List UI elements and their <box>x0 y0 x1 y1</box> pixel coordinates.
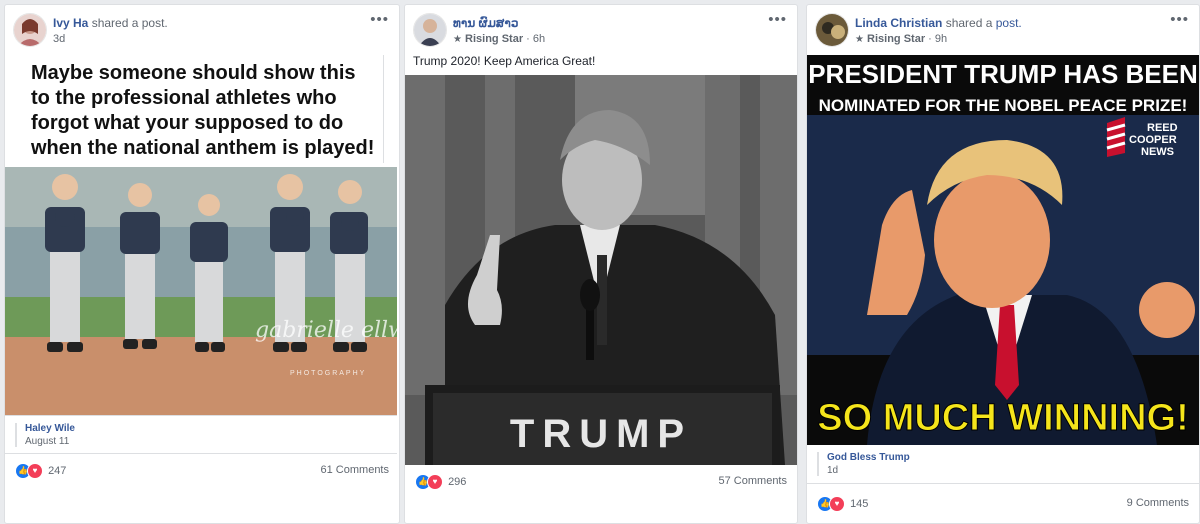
post-footer: 👍 ♥ 296 57 Comments <box>415 474 787 496</box>
post-card-3: Linda Christian shared a post. ★ Rising … <box>806 4 1200 524</box>
post-time[interactable]: 3d <box>53 33 65 45</box>
post-header: Linda Christian shared a post. ★ Rising … <box>815 11 1191 53</box>
reaction-count: 296 <box>448 476 467 488</box>
reactions[interactable]: 👍 ♥ 247 <box>15 463 66 479</box>
rising-star-badge: Rising Star <box>465 33 524 45</box>
more-options-icon[interactable]: ••• <box>1170 11 1189 28</box>
post-card-2: ທານ ຜົມສາວ ★ Rising Star · 6h ••• Trump … <box>404 4 798 524</box>
comments-link[interactable]: 61 Comments <box>321 464 389 476</box>
meme-headline: PRESIDENT TRUMP HAS BEEN <box>808 59 1198 89</box>
author-name[interactable]: Ivy Ha <box>53 16 88 30</box>
photo-watermark: gabrielle ellwood <box>255 318 397 343</box>
love-reaction-icon: ♥ <box>427 474 443 490</box>
post-text: Trump 2020! Keep America Great! <box>413 54 596 68</box>
original-author[interactable]: God Bless Trump <box>827 452 910 463</box>
post-footer: 👍 ♥ 247 61 Comments <box>15 463 389 485</box>
post-header: ທານ ຜົມສາວ ★ Rising Star · 6h ••• <box>413 11 789 53</box>
reaction-count: 145 <box>850 498 869 510</box>
shared-post-link[interactable]: post. <box>996 16 1022 30</box>
baseball-kids-photo: gabrielle ellwood PHOTOGRAPHY <box>5 167 397 415</box>
author-name[interactable]: ທານ ຜົມສາວ <box>453 16 518 30</box>
shared-photo[interactable]: PRESIDENT TRUMP HAS BEEN NOMINATED FOR T… <box>807 55 1199 445</box>
reactions[interactable]: 👍 ♥ 296 <box>415 474 466 490</box>
avatar-image <box>816 14 848 46</box>
logo-line-1: REED <box>1147 122 1178 134</box>
share-action: shared a post. <box>91 16 168 30</box>
shared-photo[interactable]: TRUMP <box>405 75 797 465</box>
star-icon: ★ <box>855 34 864 45</box>
avatar[interactable] <box>13 13 47 47</box>
podium-text: TRUMP <box>510 412 692 456</box>
meme-subheadline: NOMINATED FOR THE NOBEL PEACE PRIZE! <box>819 96 1188 115</box>
reaction-count: 247 <box>48 465 67 477</box>
avatar-image <box>414 14 446 46</box>
original-date[interactable]: August 11 <box>25 436 75 447</box>
avatar-image <box>14 14 46 46</box>
avatar[interactable] <box>413 13 447 47</box>
post-footer: 👍 ♥ 145 9 Comments <box>817 496 1189 518</box>
original-author[interactable]: Haley Wile <box>25 423 75 434</box>
reactions[interactable]: 👍 ♥ 145 <box>817 496 868 512</box>
nobel-meme-image: PRESIDENT TRUMP HAS BEEN NOMINATED FOR T… <box>807 55 1199 445</box>
image-caption-text: Maybe someone should show this to the pr… <box>31 62 375 159</box>
post-header: Ivy Ha shared a post. 3d ••• <box>13 11 391 53</box>
author-name[interactable]: Linda Christian <box>855 16 942 30</box>
more-options-icon[interactable]: ••• <box>768 11 787 28</box>
post-time[interactable]: 6h <box>533 33 545 45</box>
love-reaction-icon: ♥ <box>829 496 845 512</box>
original-date[interactable]: 1d <box>827 465 910 476</box>
logo-line-2: COOPER <box>1129 134 1177 146</box>
post-time[interactable]: 9h <box>935 33 947 45</box>
more-options-icon[interactable]: ••• <box>370 11 389 28</box>
comments-link[interactable]: 9 Comments <box>1127 497 1189 509</box>
avatar[interactable] <box>815 13 849 47</box>
love-reaction-icon: ♥ <box>27 463 43 479</box>
original-post-attribution[interactable]: God Bless Trump 1d <box>807 445 1199 484</box>
meta-separator: · <box>928 33 932 45</box>
rising-star-badge: Rising Star <box>867 33 926 45</box>
meta-separator: · <box>526 33 530 45</box>
photo-watermark-sub: PHOTOGRAPHY <box>290 370 366 377</box>
shared-photo[interactable]: gabrielle ellwood PHOTOGRAPHY <box>5 167 397 415</box>
star-icon: ★ <box>453 34 462 45</box>
comments-link[interactable]: 57 Comments <box>719 475 787 487</box>
podium-photo: TRUMP <box>405 75 797 465</box>
shared-image-caption: Maybe someone should show this to the pr… <box>5 55 384 163</box>
original-post-attribution[interactable]: Haley Wile August 11 <box>5 415 397 454</box>
logo-line-3: NEWS <box>1141 146 1174 158</box>
meme-bottom-text: SO MUCH WINNING! <box>817 397 1189 439</box>
share-action: shared a <box>945 16 993 30</box>
post-card-1: Ivy Ha shared a post. 3d ••• Maybe someo… <box>4 4 400 524</box>
